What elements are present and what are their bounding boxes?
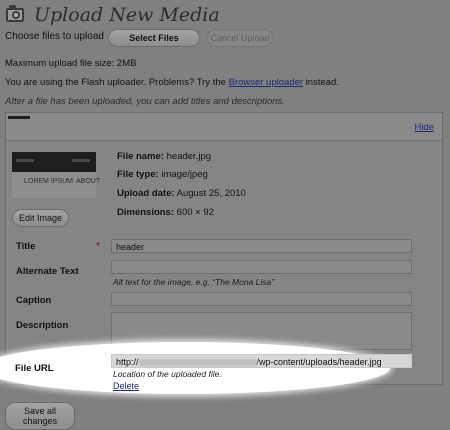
max-upload-size: Maximum upload file size: 2MB	[5, 58, 137, 69]
after-upload-note: After a file has been uploaded, you can …	[5, 96, 285, 107]
media-item-header: Hide	[6, 113, 442, 141]
title-row: Upload New Media	[5, 4, 220, 26]
required-marker: *	[96, 241, 100, 252]
choose-files-label: Choose files to upload	[5, 31, 104, 42]
thumbnail-left-text: LOREM IPSUM	[24, 178, 74, 185]
file-url-spotlight	[0, 342, 390, 394]
upload-date-value: August 25, 2010	[176, 188, 246, 199]
title-label: Title	[16, 241, 36, 252]
description-label: Description	[16, 320, 69, 331]
file-url-help: Location of the uploaded file.	[113, 369, 222, 379]
edit-image-button[interactable]: Edit Image	[12, 209, 69, 227]
file-name-value: header.jpg	[166, 151, 212, 162]
save-all-changes-button[interactable]: Save all changes	[5, 402, 75, 430]
select-files-button[interactable]: Select Files	[108, 29, 200, 47]
file-url-field[interactable]: http:///wp-content/uploads/header.jpg	[111, 354, 412, 368]
file-name-row: File name: header.jpg	[117, 151, 212, 162]
upload-media-icon	[5, 5, 27, 25]
blurred-domain	[138, 359, 257, 367]
dimensions-row: Dimensions: 600 × 92	[117, 207, 214, 218]
file-type-row: File type: image/jpeg	[117, 169, 208, 180]
delete-link[interactable]: Delete	[113, 381, 139, 391]
caption-input[interactable]	[111, 292, 412, 306]
cancel-upload-button[interactable]: Cancel Upload	[207, 29, 273, 47]
flash-uploader-note: You are using the Flash uploader. Proble…	[5, 77, 339, 88]
alternate-text-label: Alternate Text	[16, 266, 79, 277]
browser-uploader-link[interactable]: Browser uploader	[229, 77, 303, 88]
dimensions-value: 600 × 92	[176, 207, 214, 218]
image-thumbnail: LOREM IPSUM ABOUT	[12, 152, 100, 198]
page-title: Upload New Media	[34, 4, 220, 26]
caption-label: Caption	[16, 295, 52, 306]
upload-date-row: Upload date: August 25, 2010	[117, 188, 246, 199]
file-type-value: image/jpeg	[161, 169, 208, 180]
hide-link[interactable]: Hide	[414, 122, 434, 133]
choose-files-row: Choose files to upload Select Files Canc…	[5, 29, 273, 47]
file-url-label: File URL	[15, 363, 54, 374]
alternate-text-input[interactable]	[111, 260, 412, 274]
thumbnail-right-text: ABOUT	[76, 178, 101, 185]
title-input[interactable]: header	[111, 239, 412, 253]
alternate-text-help: Alt text for the image, e.g. “The Mona L…	[113, 277, 275, 287]
mini-thumbnail	[8, 116, 30, 119]
